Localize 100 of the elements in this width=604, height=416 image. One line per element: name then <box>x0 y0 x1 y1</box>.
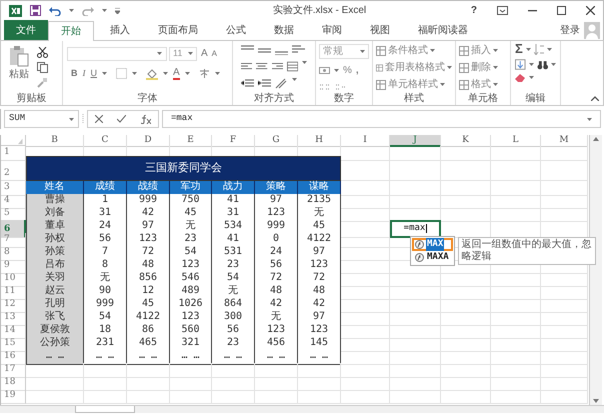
column-header[interactable]: M <box>541 135 588 147</box>
fill-down-icon[interactable] <box>515 59 526 70</box>
empty-cell <box>341 389 390 404</box>
fill-bucket-icon[interactable] <box>146 68 158 80</box>
table-cell: … … <box>255 350 298 364</box>
comma-button[interactable]: , <box>356 63 359 78</box>
ribbon-tab[interactable]: 福昕阅读器 <box>406 20 480 40</box>
cancel-icon[interactable] <box>95 115 104 123</box>
redo-icon[interactable] <box>82 6 94 16</box>
ribbon-tab[interactable]: 数据 <box>262 20 306 40</box>
sort-filter-icon[interactable] <box>534 44 544 54</box>
text-orientation-icon[interactable] <box>275 78 288 89</box>
bold-button[interactable]: B <box>71 67 78 80</box>
currency-icon[interactable] <box>319 65 330 76</box>
column-header[interactable]: E <box>170 135 212 147</box>
number-format-field[interactable]: 常规 <box>319 44 369 59</box>
empty-cell <box>441 181 491 196</box>
paste-clipboard-icon[interactable] <box>9 45 29 67</box>
name-box[interactable]: SUM <box>4 110 79 128</box>
minimize-icon[interactable] <box>528 10 537 12</box>
insert-function-icon[interactable] <box>140 114 151 124</box>
column-header[interactable]: K <box>441 135 491 147</box>
percent-button[interactable]: % <box>343 63 352 78</box>
empty-cell <box>390 285 441 300</box>
empty-cell <box>390 350 441 364</box>
font-size-field[interactable]: 11 <box>169 46 197 60</box>
style-menu-button[interactable]: 单元格样式 <box>376 77 452 92</box>
maximize-icon[interactable] <box>557 6 566 15</box>
column-header[interactable]: F <box>212 135 255 147</box>
row-header[interactable]: 19 <box>1 389 26 404</box>
cells-menu-button[interactable]: 删除 <box>459 60 507 75</box>
help-button[interactable]: ? <box>470 3 477 18</box>
decrease-indent-icon[interactable] <box>241 78 254 89</box>
wrap-text-icon[interactable] <box>292 44 305 55</box>
ribbon-tab[interactable]: 页面布局 <box>146 20 210 40</box>
empty-cell <box>441 376 491 390</box>
caret-icon <box>214 72 220 76</box>
align-right-icon[interactable] <box>272 61 283 72</box>
empty-cell <box>541 194 588 208</box>
eraser-icon[interactable] <box>515 73 526 82</box>
ribbon-display-options-icon[interactable] <box>497 6 508 15</box>
merge-cells-icon[interactable] <box>286 61 298 72</box>
empty-cell <box>491 337 541 352</box>
customize-toolbar-icon[interactable] <box>115 8 120 14</box>
font-name-field[interactable] <box>67 46 167 60</box>
column-header[interactable]: J <box>390 135 441 147</box>
copy-icon[interactable] <box>37 62 48 73</box>
ribbon-tab[interactable]: 审阅 <box>310 20 354 40</box>
scroll-down-icon[interactable] <box>593 399 599 403</box>
formula-input[interactable]: =max <box>162 110 601 128</box>
ribbon-tab[interactable]: 文件 <box>4 20 48 40</box>
autosum-button[interactable]: Σ <box>515 42 523 56</box>
function-suggestion[interactable]: MAXA <box>412 251 453 264</box>
column-header[interactable]: D <box>127 135 170 147</box>
increase-indent-icon[interactable] <box>258 78 271 89</box>
function-tooltip: 返回一组数值中的最大值，忽略逻辑 <box>458 237 596 265</box>
style-menu-button[interactable]: 条件格式 <box>376 43 452 58</box>
decrease-decimal-icon[interactable] <box>335 82 347 92</box>
column-header[interactable]: G <box>255 135 298 147</box>
column-header[interactable]: C <box>84 135 127 147</box>
empty-cell <box>390 311 441 326</box>
sign-in-link[interactable]: 登录 <box>560 22 580 38</box>
increase-decimal-icon[interactable] <box>319 82 331 92</box>
caret-icon <box>493 66 498 69</box>
scroll-up-icon[interactable] <box>593 137 599 141</box>
ribbon-tab[interactable]: 插入 <box>98 20 142 40</box>
ribbon-tab[interactable]: 开始 <box>48 21 94 41</box>
align-left-icon[interactable] <box>241 61 252 72</box>
scissors-icon[interactable] <box>37 47 48 58</box>
italic-button[interactable]: I <box>82 67 86 80</box>
phonetic-guide-icon[interactable] <box>198 68 210 80</box>
undo-icon[interactable] <box>49 6 61 16</box>
borders-icon[interactable] <box>116 68 127 80</box>
font-color-button[interactable]: A <box>173 68 180 80</box>
column-header[interactable]: L <box>491 135 541 147</box>
checkmark-icon[interactable] <box>117 115 126 123</box>
vertical-scrollbar[interactable] <box>589 135 602 405</box>
paste-label[interactable]: 粘贴 <box>9 67 29 82</box>
close-icon[interactable] <box>586 6 595 15</box>
save-icon[interactable] <box>30 5 41 16</box>
column-header[interactable]: B <box>26 135 84 147</box>
empty-cell <box>390 146 441 160</box>
column-header[interactable]: H <box>298 135 341 147</box>
collapse-ribbon-icon[interactable] <box>591 96 599 101</box>
ribbon-tab[interactable]: 视图 <box>358 20 402 40</box>
shrink-font-button[interactable]: A <box>212 48 218 60</box>
active-cell[interactable]: =max <box>390 220 441 238</box>
align-center-icon[interactable] <box>256 61 268 72</box>
binoculars-icon[interactable] <box>536 60 548 70</box>
underline-button[interactable]: U <box>90 67 97 80</box>
ribbon-tab[interactable]: 公式 <box>214 20 258 40</box>
grow-font-button[interactable]: A <box>199 46 210 61</box>
function-suggestion[interactable]: MAX <box>412 238 453 251</box>
row-header[interactable]: 18 <box>1 376 26 390</box>
caret-icon <box>440 83 445 86</box>
cells-menu-button[interactable]: 格式 <box>459 77 507 92</box>
row-header[interactable]: 17 <box>1 363 26 378</box>
cells-menu-button[interactable]: 插入 <box>459 43 507 58</box>
style-menu-button[interactable]: 套用表格格式 <box>376 60 452 75</box>
brush-icon[interactable] <box>37 77 48 88</box>
